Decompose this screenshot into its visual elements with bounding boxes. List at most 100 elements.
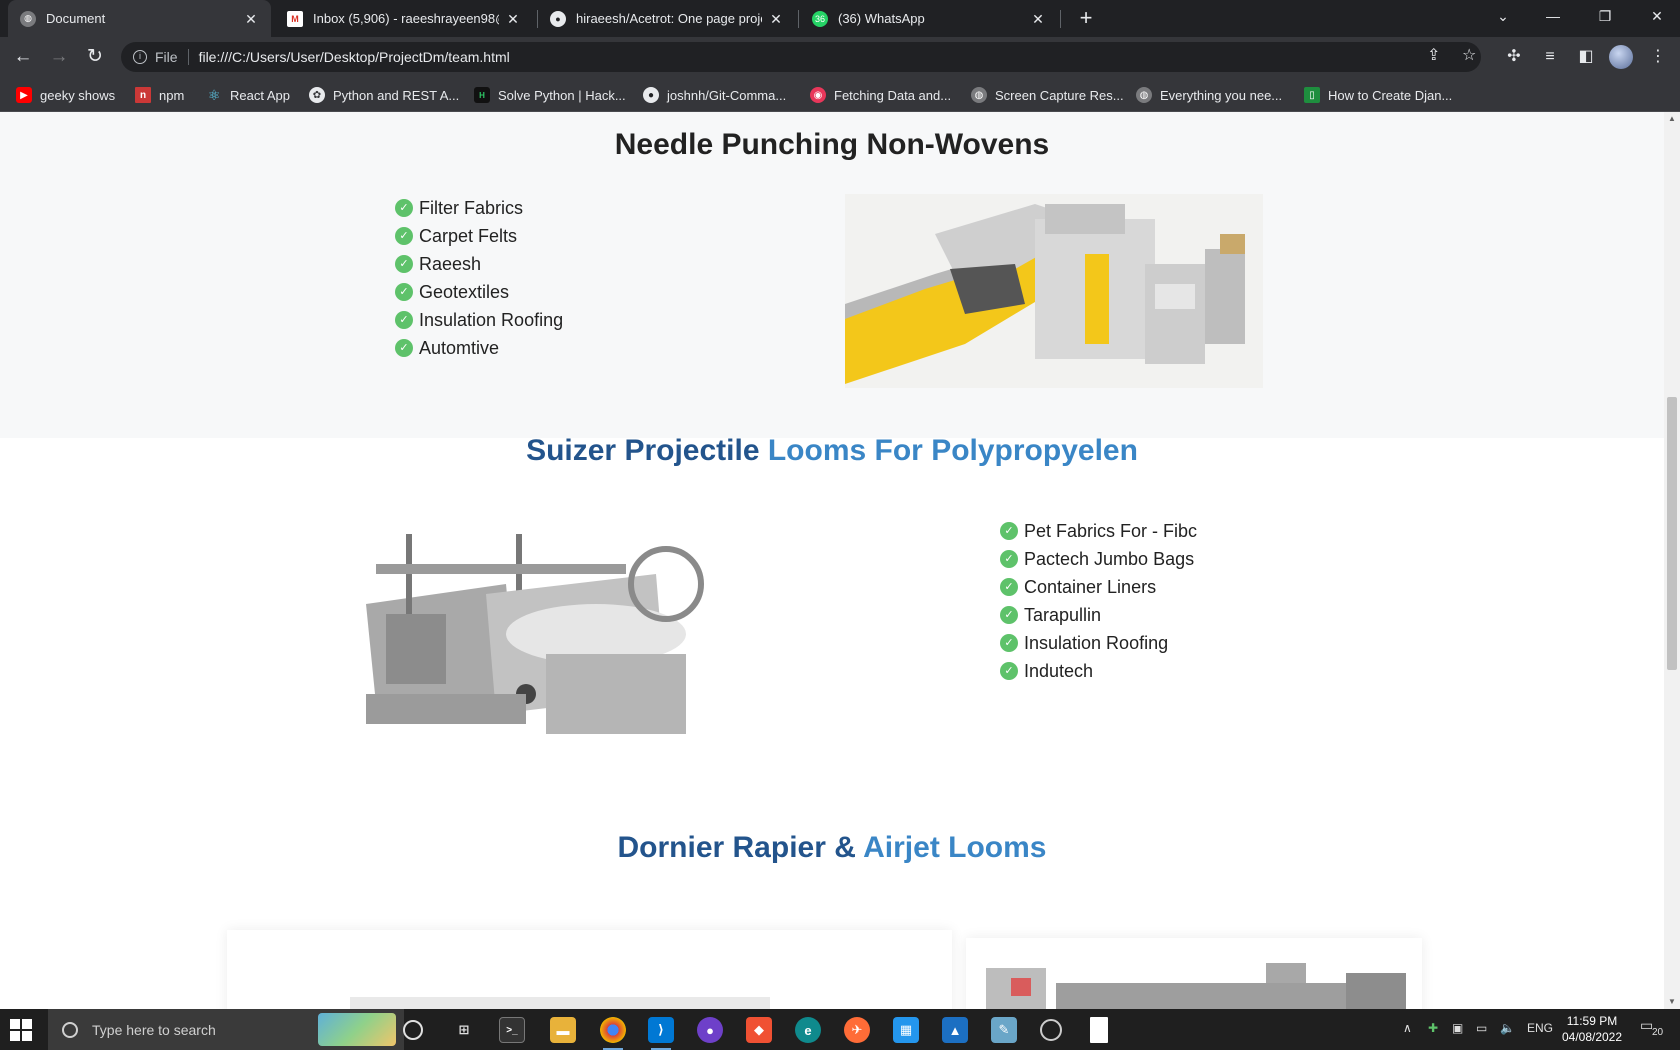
check-icon: ✓ [395, 339, 413, 357]
close-tab-icon[interactable]: ✕ [1030, 11, 1046, 27]
github-desktop-icon[interactable]: ● [697, 1017, 723, 1043]
list-item: ✓ Container Liners [1000, 573, 1197, 601]
product-card [966, 938, 1422, 1009]
close-tab-icon[interactable]: ✕ [768, 11, 784, 27]
system-clock[interactable]: 11:59 PM 04/08/2022 [1556, 1013, 1628, 1045]
restore-button[interactable]: ❐ [1582, 0, 1628, 32]
search-icon [62, 1021, 78, 1038]
loom-illustration [366, 524, 708, 748]
document-icon[interactable] [1090, 1017, 1108, 1043]
scroll-down-icon[interactable]: ▼ [1664, 995, 1680, 1009]
check-icon: ✓ [395, 255, 413, 273]
tab-gmail[interactable]: M Inbox (5,906) - raeeshrayeen98@ ✕ [275, 0, 533, 37]
side-panel-icon[interactable]: ◧ [1572, 43, 1600, 71]
chrome-icon[interactable] [600, 1017, 626, 1050]
scrimba-icon: ◉ [810, 87, 826, 103]
notification-count: 20 [1652, 1027, 1664, 1038]
list-item-label: Tarapullin [1024, 604, 1102, 625]
taskbar-search[interactable]: Type here to search [48, 1009, 404, 1050]
bookmark-git-commands[interactable]: ● joshnh/Git-Comma... [643, 85, 786, 105]
network-icon[interactable]: ▭ [1476, 1021, 1487, 1035]
notification-center-icon[interactable]: ▭ 20 [1640, 1017, 1663, 1038]
bookmark-label: How to Create Djan... [1328, 87, 1453, 103]
bookmark-screen-capture[interactable]: ◍ Screen Capture Res... [971, 85, 1124, 105]
bookmark-npm[interactable]: n npm [135, 85, 184, 105]
bookmark-python-rest[interactable]: ✿ Python and REST A... [309, 85, 459, 105]
tab-whatsapp[interactable]: 36 (36) WhatsApp ✕ [800, 0, 1058, 37]
title-part: Airjet Looms [863, 831, 1047, 864]
globe-icon: ◍ [20, 10, 36, 27]
bookmark-hackerrank[interactable]: H Solve Python | Hack... [474, 85, 626, 105]
obs-icon[interactable] [1040, 1019, 1062, 1041]
volume-icon[interactable]: 🔈 [1500, 1021, 1515, 1035]
section-needle-punching: Needle Punching Non-Wovens ✓ Filter Fabri… [0, 112, 1664, 438]
page-scrollbar[interactable]: ▲ ▼ [1664, 112, 1680, 1009]
edge-icon[interactable]: e [795, 1017, 821, 1043]
back-button[interactable]: ← [9, 43, 37, 71]
vscode-icon[interactable]: ⟩ [648, 1017, 674, 1050]
bookmark-geeky-shows[interactable]: ▶ geeky shows [16, 85, 115, 105]
bookmark-label: Fetching Data and... [834, 87, 952, 103]
show-hidden-icons-icon[interactable]: ∧ [1403, 1021, 1412, 1035]
close-tab-icon[interactable]: ✕ [243, 11, 259, 27]
bookmark-react-app[interactable]: ⚛ React App [206, 85, 290, 105]
minimize-button[interactable]: — [1530, 0, 1576, 32]
list-item-label: Container Liners [1024, 576, 1157, 597]
forward-button[interactable]: → [45, 43, 73, 71]
profile-avatar[interactable] [1609, 45, 1633, 69]
git-icon[interactable]: ◆ [746, 1017, 772, 1043]
photos-icon[interactable]: ▲ [942, 1017, 968, 1043]
card-image [966, 938, 1422, 1009]
search-placeholder: Type here to search [92, 1021, 216, 1038]
address-url[interactable]: file:///C:/Users/User/Desktop/ProjectDm/… [199, 49, 510, 65]
media-control-icon[interactable]: ≡ [1536, 43, 1564, 71]
scroll-up-icon[interactable]: ▲ [1664, 112, 1680, 126]
clock-time: 11:59 PM [1566, 1014, 1618, 1028]
list-item-label: Filter Fabrics [419, 197, 524, 218]
close-tab-icon[interactable]: ✕ [505, 11, 521, 27]
task-view-icon[interactable]: ⊞ [451, 1017, 477, 1043]
bookmark-django[interactable]: ▯ How to Create Djan... [1304, 85, 1452, 105]
scrollbar-thumb[interactable] [1667, 397, 1677, 670]
feature-list: ✓ Pet Fabrics For - Fibc ✓ Pactech Jumbo B… [1000, 517, 1197, 685]
new-tab-button[interactable]: + [1074, 6, 1098, 30]
file-explorer-icon[interactable]: ▬ [550, 1017, 576, 1043]
list-item: ✓ Insulation Roofing [395, 306, 563, 334]
security-icon[interactable]: ✚ [1428, 1021, 1438, 1035]
postman-icon[interactable]: ✈ [844, 1017, 870, 1043]
bookmark-icon: ▯ [1304, 87, 1320, 103]
cortana-icon[interactable] [403, 1020, 423, 1040]
tab-separator [798, 10, 799, 28]
section-title: Needle Punching Non-Wovens [614, 128, 1050, 161]
title-part: Looms For Polypropyelen [767, 434, 1138, 467]
bookmark-everything[interactable]: ◍ Everything you nee... [1136, 85, 1282, 105]
check-icon: ✓ [1000, 662, 1018, 680]
bookmark-fetching-data[interactable]: ◉ Fetching Data and... [810, 85, 951, 105]
windows-taskbar: Type here to search ⊞ >_ ▬ ⟩ ● ◆ e ✈ ▦ ▲… [0, 1009, 1680, 1050]
github-icon: ● [550, 10, 566, 27]
check-icon: ✓ [1000, 606, 1018, 624]
address-bar[interactable]: i File file:///C:/Users/User/Desktop/Pro… [121, 42, 1481, 72]
list-item: ✓ Filter Fabrics [395, 194, 563, 222]
tab-search-icon[interactable]: ⌄ [1480, 0, 1526, 32]
menu-icon[interactable]: ⋮ [1644, 43, 1672, 71]
list-item-label: Pactech Jumbo Bags [1024, 548, 1195, 569]
language-indicator[interactable]: ENG [1527, 1021, 1553, 1035]
windows-start-icon[interactable] [10, 1019, 32, 1041]
terminal-icon[interactable]: >_ [499, 1017, 525, 1043]
notepad-icon[interactable]: ✎ [991, 1017, 1017, 1043]
tab-separator [1060, 10, 1061, 28]
extensions-icon[interactable]: ✣ [1500, 43, 1528, 71]
device-icon[interactable]: ▣ [1452, 1021, 1463, 1035]
reload-button[interactable]: ↻ [81, 43, 109, 71]
bookmark-star-icon[interactable]: ☆ [1462, 45, 1476, 65]
list-item-label: Pet Fabrics For - Fibc [1024, 520, 1198, 541]
docker-icon[interactable]: ▦ [893, 1017, 919, 1043]
share-icon[interactable]: ⇪ [1427, 45, 1440, 65]
section-title-dornier: Dornier Rapier & Airjet Looms [0, 831, 1664, 865]
close-window-button[interactable]: ✕ [1634, 0, 1680, 32]
tab-document[interactable]: ◍ Document ✕ [8, 0, 271, 37]
tab-github[interactable]: ● hiraeesh/Acetrot: One page proje ✕ [538, 0, 796, 37]
tab-title: (36) WhatsApp [838, 11, 925, 26]
info-icon[interactable]: i [133, 50, 147, 64]
